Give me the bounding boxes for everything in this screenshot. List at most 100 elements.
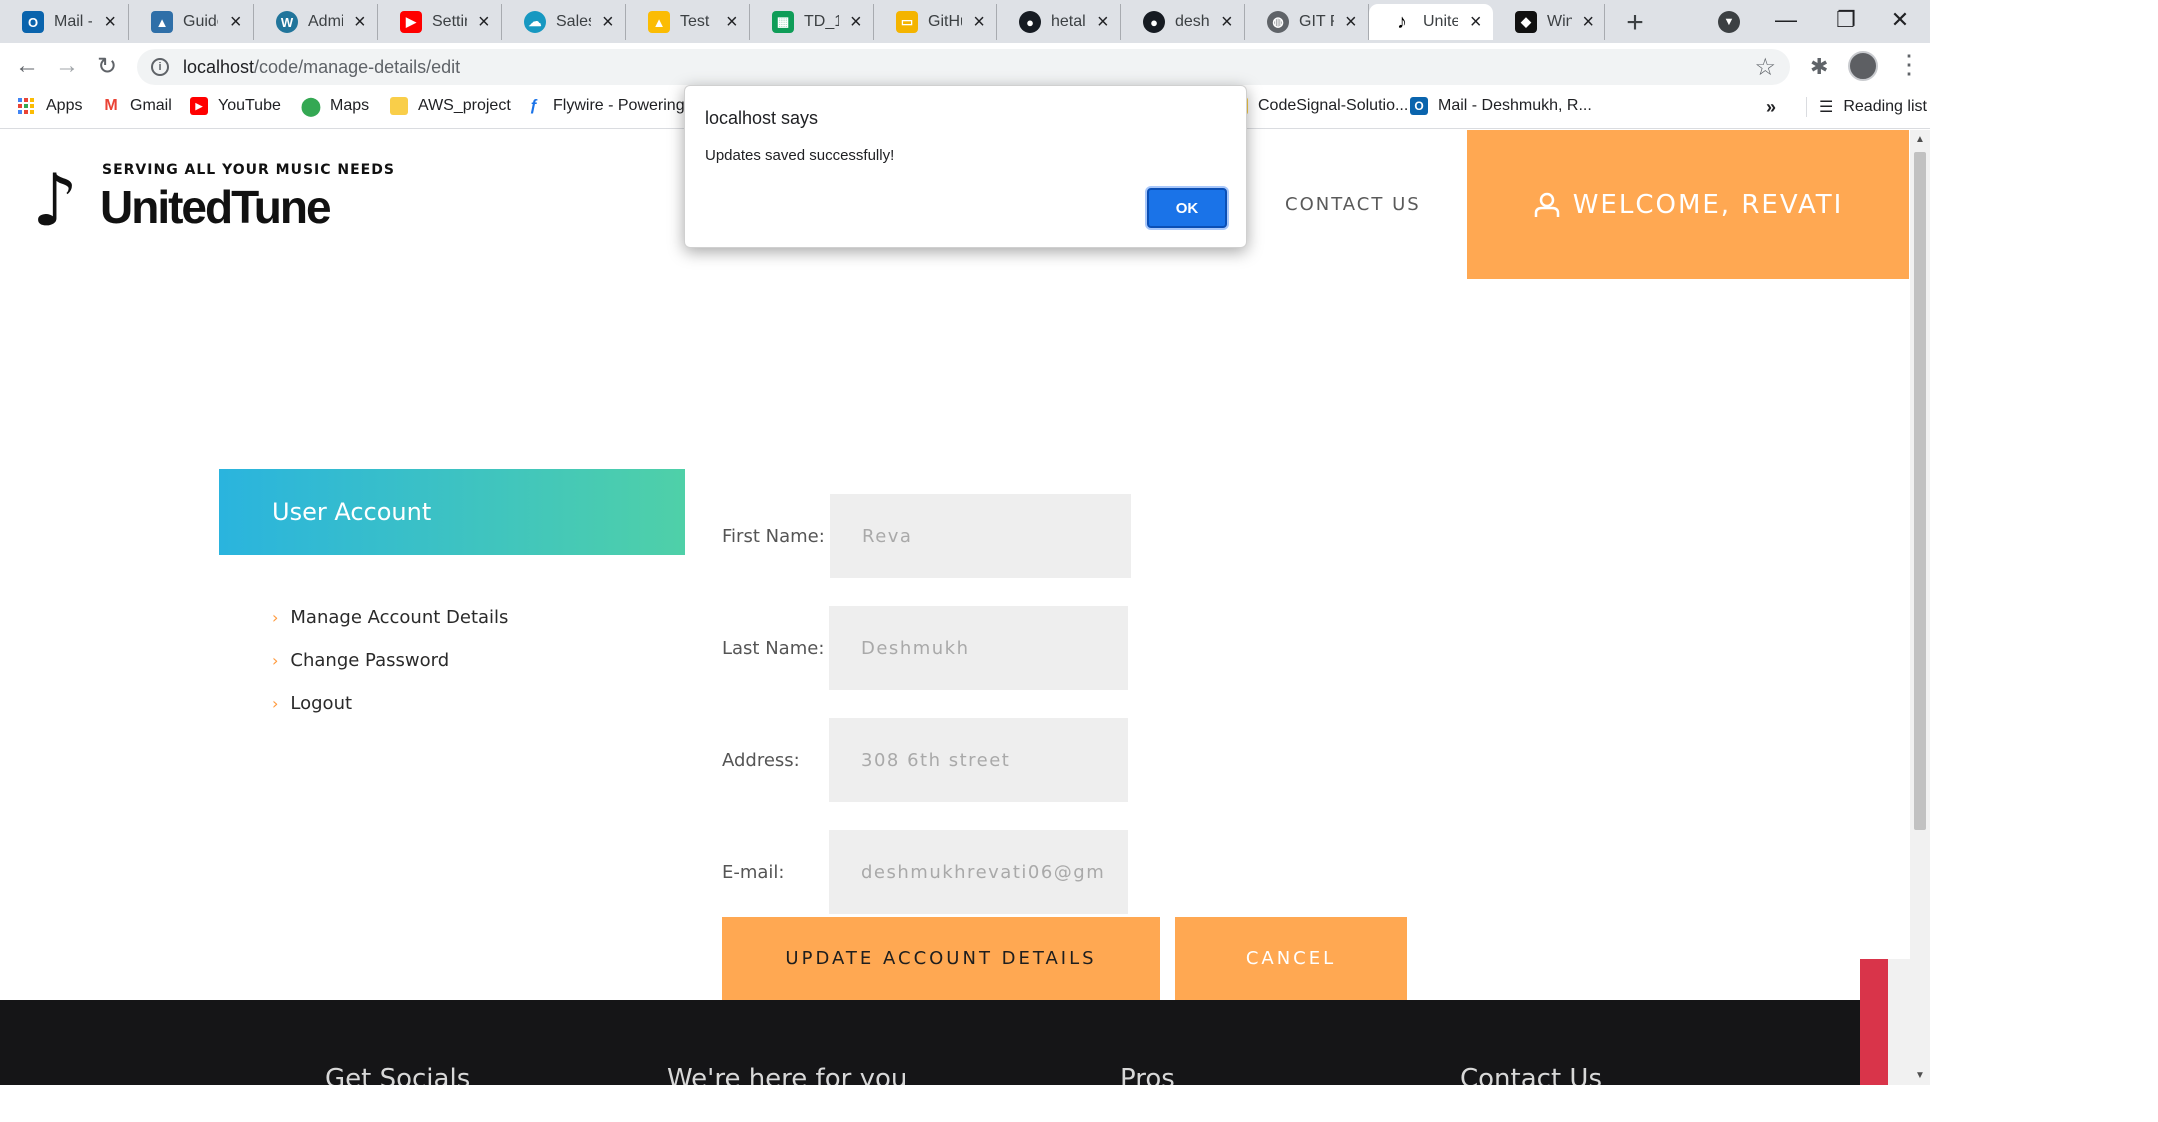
bookmarks-more-chevron[interactable]: »: [1766, 97, 1776, 118]
reading-list-button[interactable]: ☰ Reading list: [1806, 97, 1927, 117]
tab-title: deshm: [1175, 13, 1210, 30]
close-icon[interactable]: ×: [1220, 11, 1234, 34]
chevron-right-icon: ›: [272, 608, 279, 627]
bookmark-label: Mail - Deshmukh, R...: [1438, 97, 1592, 114]
info-icon[interactable]: i: [151, 58, 169, 76]
minimize-button[interactable]: —: [1756, 0, 1816, 40]
bookmark-apps[interactable]: Apps: [18, 97, 82, 115]
tab-title: GitHub: [928, 13, 962, 30]
tab-unitedtune[interactable]: ♪ United ×: [1369, 4, 1493, 40]
github-icon: ●: [1143, 11, 1165, 33]
more-menu-icon[interactable]: ⋮: [1896, 49, 1922, 80]
account-side-menu: › Manage Account Details › Change Password…: [272, 596, 508, 725]
close-icon[interactable]: ×: [972, 11, 986, 34]
close-icon[interactable]: ×: [1468, 11, 1483, 34]
youtube-icon: ▶: [190, 97, 208, 115]
bookmark-label: YouTube: [218, 97, 281, 114]
email-field[interactable]: [829, 830, 1128, 914]
bookmark-mail-deshmukh[interactable]: O Mail - Deshmukh, R...: [1410, 97, 1592, 115]
tab-settings[interactable]: ▶ Settings ×: [378, 4, 502, 40]
extensions-puzzle-icon[interactable]: ✱: [1810, 54, 1828, 80]
sidebar-item-manage-account[interactable]: › Manage Account Details: [272, 596, 508, 639]
wordpress-icon: W: [276, 11, 298, 33]
tab-guide[interactable]: ▲ Guide ×: [129, 4, 254, 40]
close-icon[interactable]: ×: [601, 11, 615, 34]
tab-title: Settings: [432, 13, 467, 30]
scroll-up-arrow-icon[interactable]: ▲: [1914, 134, 1926, 145]
user-account-header: User Account: [219, 469, 685, 555]
bookmark-aws-project[interactable]: AWS_project: [390, 97, 511, 115]
music-note-logo-icon: ♪: [32, 158, 78, 242]
close-icon[interactable]: ×: [102, 11, 118, 34]
bookmark-label: AWS_project: [418, 97, 511, 114]
site-logo[interactable]: ♪ SERVING ALL YOUR MUSIC NEEDS UnitedTun…: [32, 158, 394, 242]
close-icon[interactable]: ×: [1096, 11, 1110, 34]
bookmark-star-icon[interactable]: ☆: [1754, 53, 1776, 82]
address-field[interactable]: [829, 718, 1128, 802]
sidebar-item-label: Change Password: [290, 650, 450, 671]
tab-admin[interactable]: W Admin ×: [254, 4, 378, 40]
dialog-ok-button[interactable]: OK: [1147, 188, 1227, 228]
tab-mail[interactable]: O Mail - ×: [0, 4, 129, 40]
url-path: /code/manage-details/edit: [254, 56, 461, 77]
close-icon[interactable]: ×: [1582, 11, 1594, 34]
tab-git-pu[interactable]: ◍ GIT Pu ×: [1245, 4, 1369, 40]
guide-icon: ▲: [151, 11, 173, 33]
tab-deshm[interactable]: ● deshm ×: [1121, 4, 1245, 40]
tab-title: hetalic: [1051, 13, 1086, 30]
nav-contact-us[interactable]: CONTACT US: [1285, 194, 1421, 215]
bookmark-youtube[interactable]: ▶ YouTube: [190, 97, 281, 115]
forward-arrow-icon[interactable]: →: [52, 51, 82, 81]
scrollbar-thumb[interactable]: [1914, 152, 1926, 830]
alert-dialog: localhost says Updates saved successfull…: [684, 85, 1247, 248]
bookmark-maps[interactable]: ⬤ Maps: [300, 95, 369, 116]
close-icon[interactable]: ×: [228, 11, 243, 34]
chevron-right-icon: ›: [272, 651, 279, 670]
url-host: localhost: [183, 56, 255, 77]
last-name-field[interactable]: [829, 606, 1128, 690]
bookmark-gmail[interactable]: M Gmail: [102, 97, 171, 115]
outlook-icon: O: [1410, 97, 1428, 115]
close-icon[interactable]: ×: [477, 11, 491, 34]
sidebar-item-logout[interactable]: › Logout: [272, 682, 508, 725]
page-scrollbar[interactable]: ▲ ▼: [1910, 130, 1930, 1085]
back-arrow-icon[interactable]: ←: [12, 51, 42, 81]
chat-widget-scrollbar[interactable]: [1888, 959, 1910, 1085]
chat-widget[interactable]: [1860, 959, 1888, 1085]
first-name-label: First Name:: [722, 526, 825, 547]
tab-hetalic[interactable]: ● hetalic ×: [997, 4, 1121, 40]
tab-github-slides[interactable]: ▭ GitHub ×: [874, 4, 997, 40]
bookmark-codesignal[interactable]: CodeSignal-Solutio...: [1230, 97, 1408, 115]
address-bar[interactable]: i localhost/code/manage-details/edit ☆: [137, 49, 1790, 85]
tab-windows[interactable]: ◆ Windo ×: [1493, 4, 1605, 40]
tab-title: Salesforce: [556, 13, 591, 30]
scroll-down-arrow-icon[interactable]: ▼: [1914, 1070, 1926, 1081]
update-account-button[interactable]: UPDATE ACCOUNT DETAILS: [722, 917, 1160, 1000]
outlook-icon: O: [22, 11, 44, 33]
restore-button[interactable]: ❐: [1816, 0, 1876, 40]
bookmark-flywire[interactable]: ƒ Flywire - Powering t: [525, 97, 694, 115]
first-name-field[interactable]: [830, 494, 1131, 578]
close-icon[interactable]: ×: [1344, 11, 1358, 34]
tab-test-plan[interactable]: ▲ Test Pl ×: [626, 4, 750, 40]
close-icon[interactable]: ×: [353, 11, 367, 34]
browser-toolbar: ← → ↻ i localhost/code/manage-details/ed…: [0, 43, 1930, 89]
tab-salesforce[interactable]: ☁ Salesforce ×: [502, 4, 626, 40]
cancel-button[interactable]: CANCEL: [1175, 917, 1407, 1000]
tab-title: United: [1423, 13, 1459, 30]
close-window-button[interactable]: ✕: [1870, 0, 1930, 40]
close-icon[interactable]: ×: [849, 11, 863, 34]
welcome-user-button[interactable]: WELCOME, REVATI: [1467, 130, 1909, 279]
tab-title: Windo: [1547, 13, 1573, 30]
maps-pin-icon: ⬤: [300, 95, 322, 116]
tab-td[interactable]: ▦ TD_1.0 ×: [750, 4, 874, 40]
profile-avatar[interactable]: [1848, 51, 1878, 81]
tab-search-icon[interactable]: ▼: [1718, 11, 1740, 33]
reload-icon[interactable]: ↻: [92, 51, 122, 81]
sidebar-item-label: Manage Account Details: [290, 607, 509, 628]
email-label: E-mail:: [722, 862, 785, 883]
new-tab-button[interactable]: +: [1620, 6, 1650, 40]
sidebar-item-change-password[interactable]: › Change Password: [272, 639, 508, 682]
github-icon: ●: [1019, 11, 1041, 33]
close-icon[interactable]: ×: [725, 11, 739, 34]
